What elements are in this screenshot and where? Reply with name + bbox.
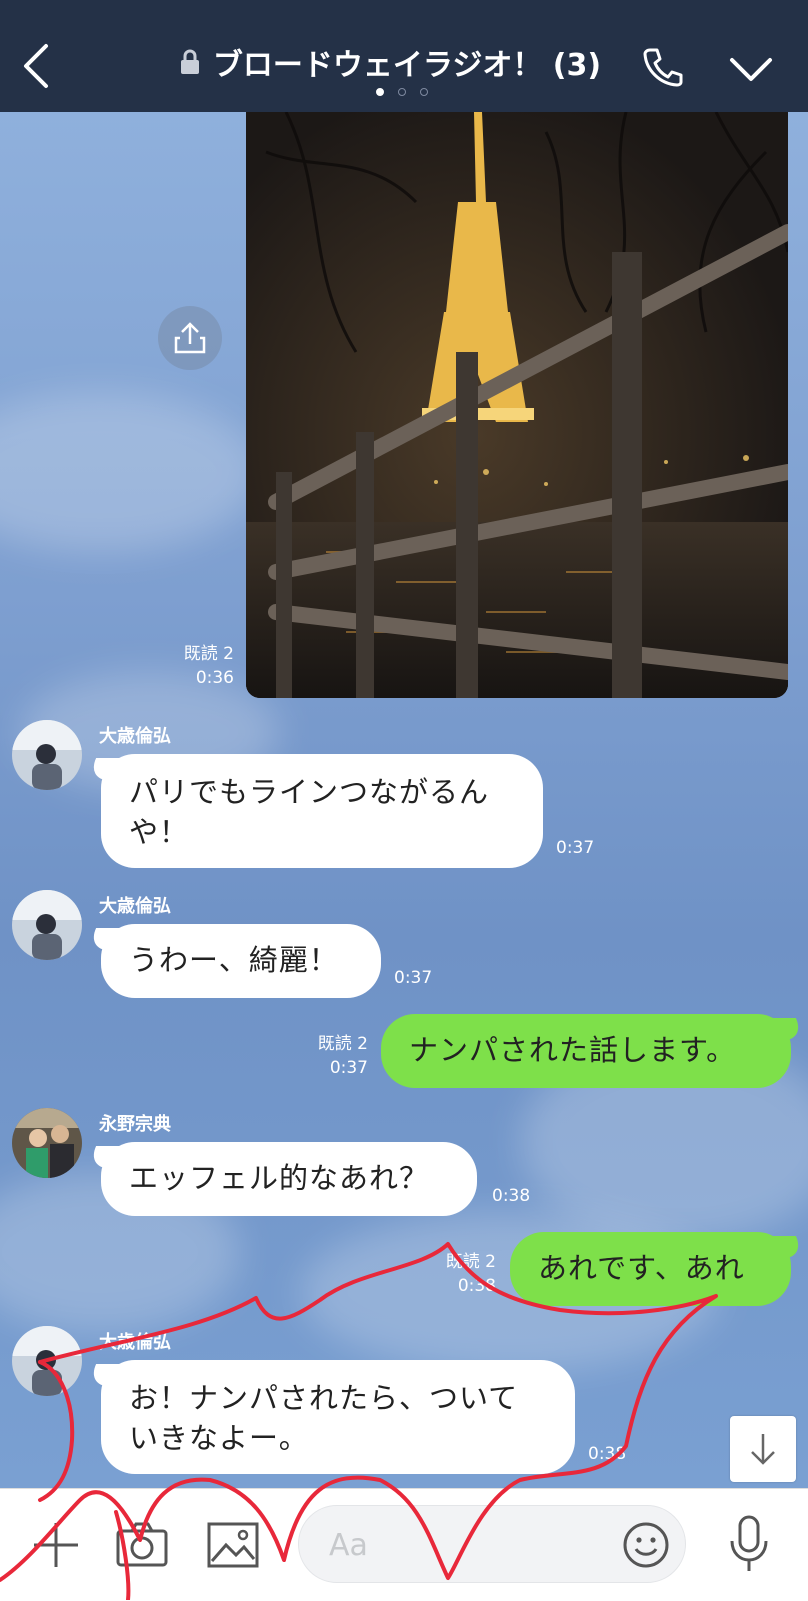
chevron-down-icon[interactable] [728, 52, 774, 86]
microphone-icon[interactable] [726, 1513, 772, 1575]
read-receipt: 既読 2 [183, 644, 234, 664]
sender-name: 大歳倫弘 [99, 896, 171, 917]
read-receipt: 既読 2 [445, 1252, 496, 1272]
page-dot [420, 88, 428, 96]
message-time: 0:38 [457, 1276, 496, 1296]
lock-icon [180, 49, 199, 74]
arrow-down-icon [751, 1434, 775, 1465]
message-time: 0:37 [556, 838, 595, 858]
photo-image [246, 112, 788, 698]
message-input[interactable] [327, 1520, 601, 1570]
message-text: うわー、綺麗！ [129, 943, 339, 977]
message-time: 0:37 [394, 968, 433, 988]
avatar[interactable] [12, 1326, 82, 1396]
sender-name: 永野宗典 [99, 1114, 171, 1135]
read-meta: 既読 2 0:38 [428, 1250, 496, 1298]
avatar[interactable] [12, 720, 82, 790]
read-meta: 既読 2 0:37 [300, 1032, 368, 1080]
my-message-bubble[interactable]: あれです、あれ [510, 1232, 791, 1306]
message-bubble[interactable]: うわー、綺麗！ [101, 924, 381, 998]
message-text: あれです、あれ [538, 1251, 745, 1285]
share-icon [174, 322, 206, 354]
message-time: 0:37 [329, 1058, 368, 1078]
message-bubble[interactable]: パリでもラインつながるん や！ [101, 754, 543, 868]
emoji-icon[interactable] [621, 1520, 671, 1570]
scroll-to-bottom-button[interactable] [730, 1416, 796, 1482]
chat-header: ブロードウェイラジオ！ (3) [0, 0, 808, 112]
back-icon[interactable] [18, 40, 58, 90]
message-text: パリでもラインつながるん [129, 775, 490, 809]
image-icon[interactable] [206, 1521, 260, 1569]
chat-title: ブロードウェイラジオ！ (3) [212, 48, 602, 83]
message-text: や！ [129, 815, 190, 849]
avatar[interactable] [12, 1108, 82, 1178]
plus-icon[interactable] [30, 1519, 82, 1571]
my-message-bubble[interactable]: ナンパされた話します。 [381, 1014, 791, 1088]
message-text: エッフェル的なあれ？ [129, 1161, 430, 1195]
phone-icon[interactable] [640, 44, 686, 90]
share-button[interactable] [158, 306, 222, 370]
message-text: いきなよー。 [129, 1421, 309, 1455]
message-time: 0:38 [492, 1186, 531, 1206]
read-receipt: 既読 2 [317, 1034, 368, 1054]
message-text: お！ナンパされたら、ついて [129, 1381, 519, 1415]
message-time: 0:38 [588, 1444, 627, 1464]
photo-read-meta: 既読 2 0:36 [170, 642, 234, 690]
sender-name: 大歳倫弘 [99, 1332, 171, 1353]
message-bubble[interactable]: エッフェル的なあれ？ [101, 1142, 477, 1216]
avatar[interactable] [12, 890, 82, 960]
page-dot [376, 88, 384, 96]
page-dot [398, 88, 406, 96]
sender-name: 大歳倫弘 [99, 726, 171, 747]
message-text: ナンパされた話します。 [409, 1033, 737, 1067]
message-time: 0:36 [195, 668, 234, 688]
camera-icon[interactable] [114, 1519, 170, 1571]
page-indicator [376, 88, 428, 96]
message-input-bar [0, 1488, 808, 1601]
message-input-field[interactable] [298, 1505, 686, 1583]
chat-title-area[interactable]: ブロードウェイラジオ！ (3) [150, 40, 630, 84]
message-bubble[interactable]: お！ナンパされたら、ついて いきなよー。 [101, 1360, 575, 1474]
photo-message-eiffel-tower[interactable] [246, 112, 788, 698]
